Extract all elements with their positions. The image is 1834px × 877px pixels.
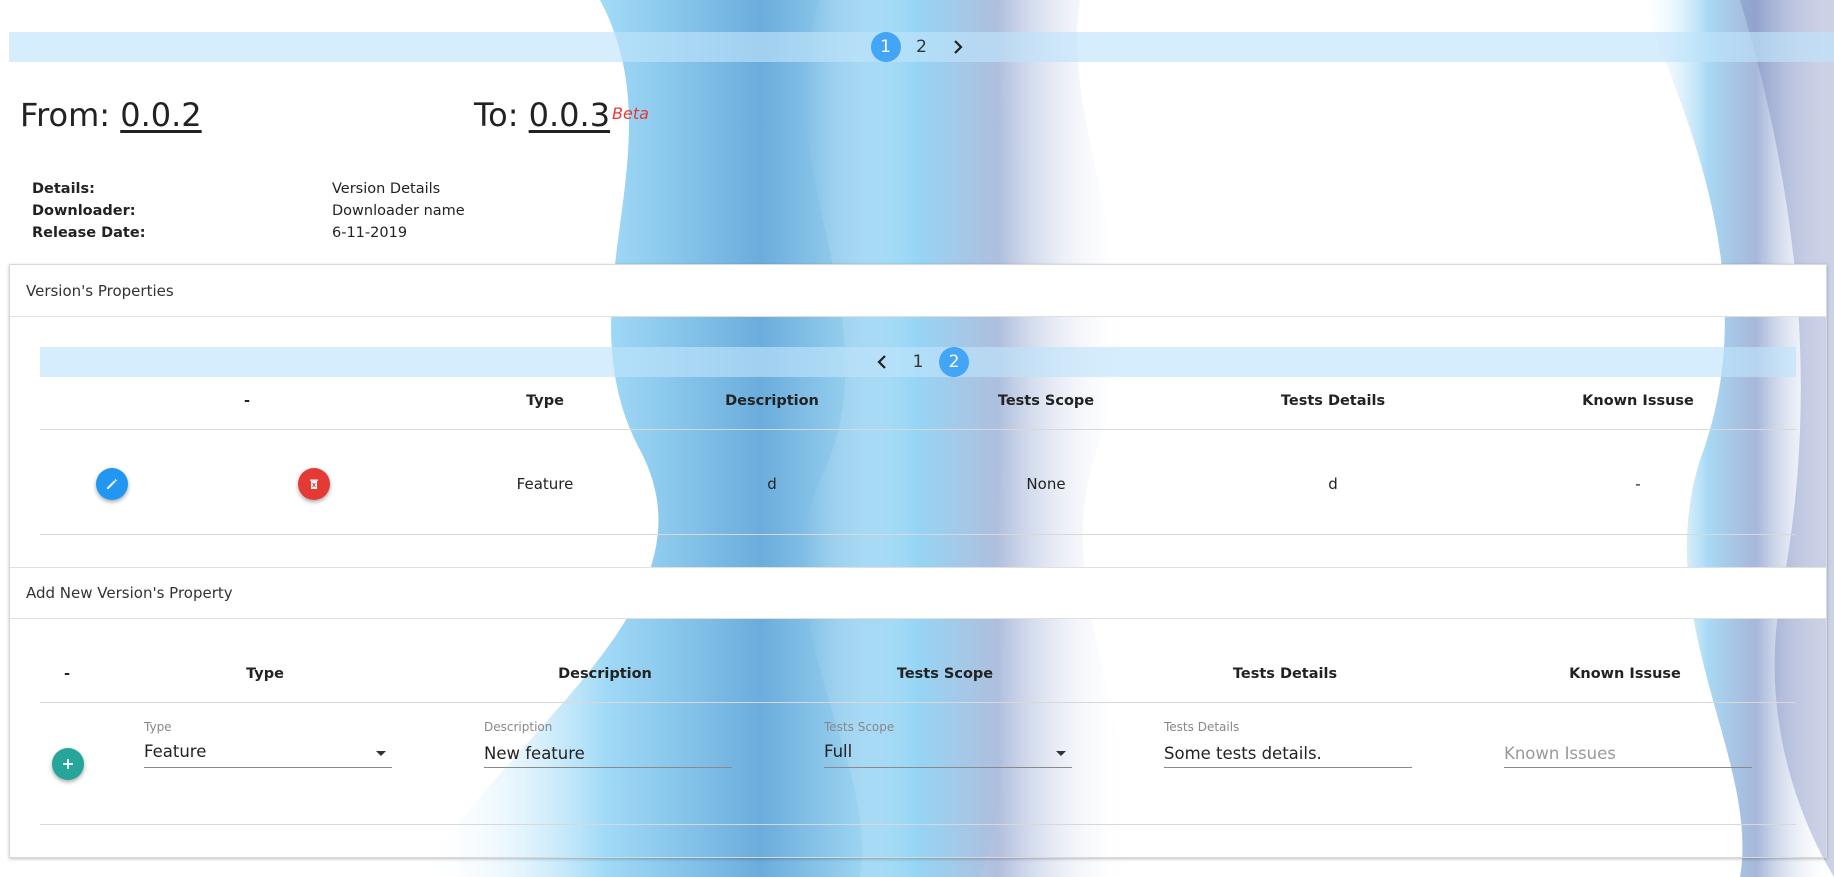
col-tests-scope: Tests Scope (896, 666, 994, 682)
type-select[interactable]: Type Feature (144, 720, 392, 780)
details-row: Details: Version Details (32, 178, 465, 200)
tests-scope-field-label: Tests Scope (824, 720, 895, 734)
add-new-card-header: Add New Version's Property (10, 567, 1826, 619)
version-details: Details: Version Details Downloader: Dow… (32, 178, 465, 244)
row-tests-scope: None (1026, 475, 1066, 493)
release-date-row: Release Date: 6-11-2019 (32, 222, 465, 244)
description-field[interactable]: Description (484, 720, 732, 780)
row-type: Feature (516, 475, 574, 493)
edit-button[interactable] (96, 468, 128, 500)
plus-icon (63, 759, 73, 769)
description-field-label: Description (484, 720, 553, 734)
details-value: Version Details (332, 181, 441, 197)
type-selected-value: Feature (144, 742, 207, 761)
col-known-issue: Known Issuse (1569, 666, 1681, 682)
page-2-button[interactable]: 2 (907, 32, 937, 62)
col-actions: - (63, 666, 71, 682)
col-type: Type (526, 393, 564, 409)
known-issues-field[interactable] (1504, 720, 1752, 780)
properties-page-1-button[interactable]: 1 (903, 347, 933, 377)
properties-title: Version's Properties (26, 281, 174, 300)
col-actions: - (243, 393, 251, 409)
release-date-key: Release Date: (32, 225, 146, 241)
tests-scope-select[interactable]: Tests Scope Full (824, 720, 1072, 780)
row-known-issue: - (1635, 475, 1641, 493)
tests-details-field[interactable]: Tests Details (1164, 720, 1412, 780)
properties-pagination: 1 2 (40, 347, 1796, 377)
add-new-title: Add New Version's Property (26, 584, 233, 602)
chevron-left-icon[interactable] (867, 347, 897, 377)
col-type: Type (246, 666, 284, 682)
from-version-heading: From: 0.0.2 (20, 96, 202, 134)
divider (40, 534, 1796, 535)
beta-badge: Beta (612, 104, 649, 123)
col-tests-details: Tests Details (1232, 666, 1338, 682)
from-label: From: (20, 96, 111, 134)
delete-button[interactable] (298, 468, 330, 500)
col-tests-details: Tests Details (1280, 393, 1386, 409)
downloader-row: Downloader: Downloader name (32, 200, 465, 222)
add-new-form-row: Type Feature Description Tests Scope Ful… (0, 718, 1834, 788)
divider (40, 824, 1796, 825)
tests-details-input[interactable] (1164, 740, 1412, 768)
divider (40, 429, 1796, 430)
page-1-button[interactable]: 1 (870, 32, 901, 62)
from-version-link[interactable]: 0.0.2 (120, 96, 201, 134)
tests-scope-select-box[interactable] (824, 740, 1072, 768)
add-new-table-header: - Type Description Tests Scope Tests Det… (0, 666, 1834, 686)
downloader-value: Downloader name (332, 203, 465, 219)
col-tests-scope: Tests Scope (997, 393, 1095, 409)
dropdown-caret-icon (376, 751, 386, 756)
to-version-link[interactable]: 0.0.3 (529, 96, 610, 134)
divider (40, 702, 1796, 703)
row-tests-details: d (1328, 475, 1338, 493)
col-description: Description (725, 393, 819, 409)
properties-table-header: - Type Description Tests Scope Tests Det… (0, 393, 1834, 413)
release-date-value: 6-11-2019 (332, 225, 408, 241)
known-issues-input[interactable] (1504, 740, 1752, 768)
chevron-right-icon[interactable] (943, 32, 973, 62)
to-label: To: (474, 96, 519, 134)
properties-page-2-button[interactable]: 2 (939, 347, 969, 377)
top-pagination: 1 2 (9, 32, 1834, 62)
description-input[interactable] (484, 740, 732, 768)
dropdown-caret-icon (1056, 751, 1066, 756)
tests-scope-selected-value: Full (824, 742, 853, 761)
downloader-key: Downloader: (32, 203, 136, 219)
to-version-heading: To: 0.0.3 (474, 96, 610, 134)
col-description: Description (558, 666, 652, 682)
details-key: Details: (32, 181, 95, 197)
row-description: d (767, 475, 777, 493)
tests-details-field-label: Tests Details (1164, 720, 1240, 734)
type-field-label: Type (144, 720, 172, 734)
table-row: Feature d None d - (0, 468, 1834, 502)
col-known-issue: Known Issuse (1582, 393, 1694, 409)
pencil-icon (107, 479, 117, 489)
properties-card-header: Version's Properties (10, 265, 1826, 317)
add-property-button[interactable] (52, 748, 84, 780)
trash-icon (310, 479, 318, 489)
